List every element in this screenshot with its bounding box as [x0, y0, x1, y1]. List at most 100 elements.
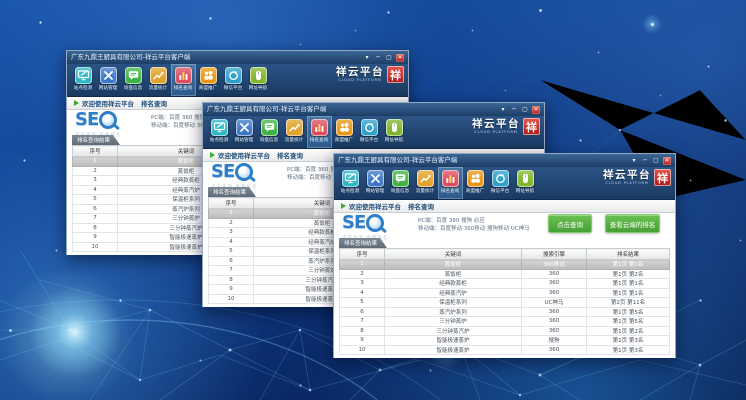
toolbar-item-label: 流量统计 — [149, 85, 167, 91]
brand-name: 祥云平台 — [472, 119, 520, 130]
rank-query-icon — [311, 119, 328, 136]
toolbar-item-traffic-stats[interactable]: 流量统计 — [413, 167, 438, 199]
minimize-button[interactable]: ─ — [510, 106, 518, 114]
minimize-button[interactable]: ─ — [374, 54, 382, 62]
toolbar-item-rank-query[interactable]: 排名查询 — [171, 64, 196, 96]
toolbar-item-site-nav[interactable]: 网址导航 — [513, 167, 538, 199]
column-header[interactable]: 关键词 — [385, 249, 522, 260]
table-row[interactable]: 6蒸汽炉系列360第1页 第5名 — [340, 307, 670, 317]
table-row[interactable]: 3经典款蒸柜360第1页 第1名 — [340, 279, 670, 289]
skin-button[interactable]: ▾ — [630, 157, 638, 165]
row-result: 第1页 第3名 — [587, 345, 670, 355]
maximize-button[interactable]: ▢ — [652, 157, 660, 165]
toolbar-item-label: 网址导航 — [249, 85, 267, 91]
toolbar-item-alliance-promo[interactable]: 商盟推广 — [196, 64, 221, 96]
tab-rank-results[interactable]: 排名查询结果 — [208, 187, 256, 197]
title-bar[interactable]: 广东九鼎王厨具有限公司-祥云平台客户端 ▾ ─ ▢ ✕ — [67, 51, 408, 64]
row-seq: 4 — [340, 288, 385, 298]
row-seq: 5 — [209, 247, 254, 257]
table-row[interactable]: 8三分钟蒸汽炉360第1页 第2名 — [340, 326, 670, 336]
table-row[interactable]: 2蒸饭柜360第1页 第2名 — [340, 269, 670, 279]
wechat-platform-icon — [361, 119, 378, 136]
row-engine: 360 — [522, 326, 587, 336]
toolbar-item-site-nav[interactable]: 网址导航 — [382, 116, 407, 148]
toolbar-item-inquiry-chat[interactable]: 询盘信息 — [121, 64, 146, 96]
row-seq: 8 — [73, 223, 118, 233]
minimize-button[interactable]: ─ — [641, 157, 649, 165]
toolbar-item-site-check[interactable]: 站点检测 — [71, 64, 96, 96]
column-header[interactable]: 序号 — [73, 146, 118, 157]
seo-logo: SE 点击查询 查看排名 — [342, 213, 388, 241]
table-row[interactable]: 4经典蒸汽炉360第1页 第1名 — [340, 288, 670, 298]
brand-logo: 祥云平台 CLOUD PLATFORM 祥 — [336, 66, 404, 83]
maximize-button[interactable]: ▢ — [385, 54, 393, 62]
tab-rank-results[interactable]: 排名查询结果 — [339, 238, 387, 248]
toolbar-item-label: 流量统计 — [285, 137, 303, 143]
toolbar-item-traffic-stats[interactable]: 流量统计 — [282, 116, 307, 148]
brand-logo: 祥云平台 CLOUD PLATFORM 祥 — [472, 118, 540, 135]
toolbar-item-site-nav[interactable]: 网址导航 — [246, 64, 271, 96]
row-seq: 1 — [73, 157, 118, 167]
skin-button[interactable]: ▾ — [499, 106, 507, 114]
row-result: 第1页 第2名 — [587, 269, 670, 279]
site-check-icon — [342, 170, 359, 187]
toolbar-item-rank-query[interactable]: 排名查询 — [307, 116, 332, 148]
row-seq: 10 — [73, 242, 118, 252]
row-seq: 9 — [73, 233, 118, 243]
toolbar-item-site-manage[interactable]: 网站管理 — [363, 167, 388, 199]
toolbar-item-label: 商盟推广 — [466, 188, 484, 194]
engine-list-mobile: 移动端：百度移动 360移动 搜狗移动 UC神马 — [418, 226, 530, 234]
flag-icon — [341, 203, 346, 209]
toolbar-item-wechat-platform[interactable]: 微信平台 — [357, 116, 382, 148]
row-keyword: 保温柜系列 — [385, 298, 522, 308]
seo-logo: SE 点击查询 查看排名 — [211, 162, 257, 190]
brand-logo: 祥云平台 CLOUD PLATFORM 祥 — [603, 169, 671, 186]
toolbar-item-inquiry-chat[interactable]: 询盘信息 — [257, 116, 282, 148]
row-result: 第2页 第11名 — [587, 298, 670, 308]
toolbar-item-traffic-stats[interactable]: 流量统计 — [146, 64, 171, 96]
toolbar-item-wechat-platform[interactable]: 微信平台 — [221, 64, 246, 96]
toolbar-item-label: 网站管理 — [235, 137, 253, 143]
toolbar-item-alliance-promo[interactable]: 商盟推广 — [463, 167, 488, 199]
rank-table-body: 1蒸饭柜360移动第1页 第1名2蒸饭柜360第1页 第2名3经典款蒸柜360第… — [340, 260, 670, 355]
magnifier-icon — [235, 163, 253, 181]
close-button[interactable]: ✕ — [396, 54, 404, 62]
table-row[interactable]: 5保温柜系列UC神马第2页 第11名 — [340, 298, 670, 308]
title-bar[interactable]: 广东九鼎王厨具有限公司-祥云平台客户端 ▾ ─ ▢ ✕ — [334, 154, 675, 167]
cloud-rank-button[interactable]: 查看云端的排名 — [605, 214, 660, 233]
table-row[interactable]: 1蒸饭柜360移动第1页 第1名 — [340, 260, 670, 270]
toolbar-item-label: 询盘信息 — [391, 188, 409, 194]
toolbar-item-wechat-platform[interactable]: 微信平台 — [488, 167, 513, 199]
engine-list-pc: PC端：百度 360 搜狗 必应 — [418, 218, 530, 226]
brand-seal-icon: 祥 — [387, 66, 404, 83]
row-seq: 4 — [73, 185, 118, 195]
close-button[interactable]: ✕ — [663, 157, 671, 165]
brand-subtitle: CLOUD PLATFORM — [603, 181, 651, 186]
row-seq: 9 — [209, 285, 254, 295]
toolbar-item-alliance-promo[interactable]: 商盟推广 — [332, 116, 357, 148]
toolbar-item-site-check[interactable]: 站点检测 — [338, 167, 363, 199]
column-header[interactable]: 排名结果 — [587, 249, 670, 260]
toolbar-item-inquiry-chat[interactable]: 询盘信息 — [388, 167, 413, 199]
window-title: 广东九鼎王厨具有限公司-祥云平台客户端 — [207, 103, 499, 116]
toolbar-item-site-check[interactable]: 站点检测 — [207, 116, 232, 148]
row-result: 第1页 第3名 — [587, 336, 670, 346]
column-header[interactable]: 搜索引擎 — [522, 249, 587, 260]
table-row[interactable]: 9智能极速蒸炉搜狗第1页 第3名 — [340, 336, 670, 346]
title-bar[interactable]: 广东九鼎王厨具有限公司-祥云平台客户端 ▾ ─ ▢ ✕ — [203, 103, 544, 116]
table-row[interactable]: 10智能极速蒸炉360第1页 第3名 — [340, 345, 670, 355]
close-button[interactable]: ✕ — [532, 106, 540, 114]
column-header[interactable]: 序号 — [340, 249, 385, 260]
query-button[interactable]: 点击查询 — [548, 214, 592, 233]
toolbar-item-site-manage[interactable]: 网站管理 — [232, 116, 257, 148]
tab-rank-results[interactable]: 排名查询结果 — [72, 135, 120, 145]
app-window[interactable]: 广东九鼎王厨具有限公司-祥云平台客户端 ▾ ─ ▢ ✕ 站点检测网站管理询盘信息… — [333, 153, 676, 358]
rank-query-icon — [442, 170, 459, 187]
skin-button[interactable]: ▾ — [363, 54, 371, 62]
column-header[interactable]: 序号 — [209, 198, 254, 209]
toolbar-item-rank-query[interactable]: 排名查询 — [438, 167, 463, 199]
table-row[interactable]: 7三分钟蒸炉360第1页 第5名 — [340, 317, 670, 327]
main-toolbar: 站点检测网站管理询盘信息流量统计排名查询商盟推广微信平台网址导航 祥云平台 CL… — [67, 64, 408, 97]
toolbar-item-site-manage[interactable]: 网站管理 — [96, 64, 121, 96]
maximize-button[interactable]: ▢ — [521, 106, 529, 114]
